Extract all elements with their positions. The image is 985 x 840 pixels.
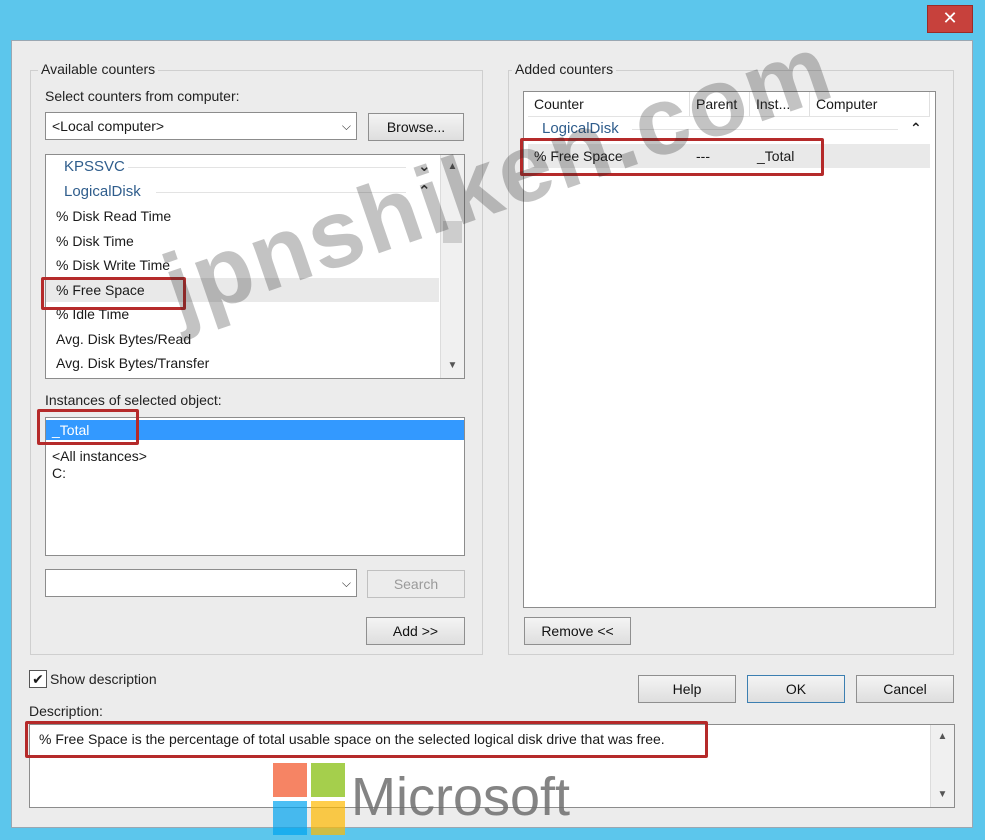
show-description-checkbox[interactable]: ✔ bbox=[29, 670, 47, 688]
show-description-label: Show description bbox=[50, 671, 157, 687]
scroll-up-icon[interactable]: ▲ bbox=[931, 727, 954, 747]
remove-button[interactable]: Remove << bbox=[524, 617, 631, 645]
column-counter[interactable]: Counter bbox=[528, 92, 690, 116]
annotation-free-space-box bbox=[41, 277, 186, 310]
counter-label: LogicalDisk bbox=[64, 182, 141, 200]
browse-button[interactable]: Browse... bbox=[368, 113, 464, 141]
list-item[interactable]: Avg. Disk Bytes/Transfer bbox=[46, 351, 439, 375]
scroll-up-icon[interactable]: ▲ bbox=[441, 157, 464, 177]
microsoft-logo-icon bbox=[273, 763, 345, 835]
add-button[interactable]: Add >> bbox=[366, 617, 465, 645]
available-counters-label: Available counters bbox=[38, 61, 159, 77]
search-button[interactable]: Search bbox=[367, 570, 465, 598]
list-item[interactable]: Avg. Disk Bytes/Read bbox=[46, 327, 439, 351]
counters-scrollbar[interactable]: ▲ ▼ bbox=[440, 155, 464, 378]
instances-label: Instances of selected object: bbox=[45, 392, 222, 408]
checkmark-icon: ✔ bbox=[32, 671, 44, 687]
counter-label: Avg. Disk Bytes/Read bbox=[56, 330, 192, 347]
cancel-button[interactable]: Cancel bbox=[856, 675, 954, 703]
list-item[interactable]: % Disk Read Time bbox=[46, 204, 439, 228]
counters-listbox[interactable]: KPSSVC ⌄ LogicalDisk ⌃ % Disk Read Time % Dis… bbox=[45, 154, 465, 379]
scroll-down-icon[interactable]: ▼ bbox=[931, 785, 954, 805]
column-computer[interactable]: Computer bbox=[810, 92, 930, 116]
scroll-down-icon[interactable]: ▼ bbox=[441, 356, 464, 376]
annotation-added-row-box bbox=[520, 138, 824, 176]
chevron-up-icon[interactable]: ⌃ bbox=[910, 120, 922, 137]
instance-label: <All instances> bbox=[52, 448, 147, 464]
search-select[interactable]: ⌵ bbox=[45, 569, 357, 597]
close-icon: ✕ bbox=[942, 8, 958, 28]
counter-group[interactable]: KPSSVC ⌄ bbox=[46, 155, 439, 179]
counter-label: % Disk Read Time bbox=[56, 208, 172, 224]
microsoft-logo-text: Microsoft bbox=[351, 767, 571, 827]
column-parent[interactable]: Parent bbox=[690, 92, 750, 116]
counter-label: % Disk Time bbox=[56, 232, 134, 249]
scroll-thumb[interactable] bbox=[443, 221, 462, 243]
description-label: Description: bbox=[29, 703, 103, 719]
counter-label: Avg. Disk Bytes/Transfer bbox=[56, 355, 210, 371]
chevron-down-icon[interactable]: ⌄ bbox=[418, 155, 431, 179]
description-scrollbar[interactable]: ▲ ▼ bbox=[930, 725, 954, 807]
counter-label: KPSSVC bbox=[64, 158, 125, 175]
chevron-up-icon[interactable]: ⌃ bbox=[418, 180, 431, 204]
instance-label: C: bbox=[52, 465, 66, 481]
annotation-total-box bbox=[37, 409, 139, 445]
counter-group[interactable]: LogicalDisk ⌃ bbox=[46, 180, 439, 204]
list-item[interactable]: % Disk Time bbox=[46, 229, 439, 253]
group-separator bbox=[128, 167, 406, 168]
help-button[interactable]: Help bbox=[638, 675, 736, 703]
instance-item[interactable]: C: bbox=[46, 464, 464, 482]
chevron-down-icon: ⌵ bbox=[341, 576, 351, 590]
added-counters-label: Added counters bbox=[512, 61, 617, 77]
group-separator bbox=[632, 129, 898, 130]
ok-button[interactable]: OK bbox=[747, 675, 845, 703]
column-instance[interactable]: Inst... bbox=[750, 92, 810, 116]
close-button[interactable]: ✕ bbox=[927, 5, 973, 33]
group-separator bbox=[156, 191, 406, 193]
select-computer-label: Select counters from computer: bbox=[45, 88, 240, 104]
instance-item[interactable]: <All instances> bbox=[46, 447, 464, 465]
list-item[interactable]: % Disk Write Time bbox=[46, 253, 439, 277]
chevron-down-icon: ⌵ bbox=[341, 119, 351, 133]
computer-select[interactable]: <Local computer> ⌵ bbox=[45, 112, 357, 140]
annotation-description-box bbox=[25, 721, 708, 758]
counter-label: % Disk Write Time bbox=[56, 257, 171, 273]
